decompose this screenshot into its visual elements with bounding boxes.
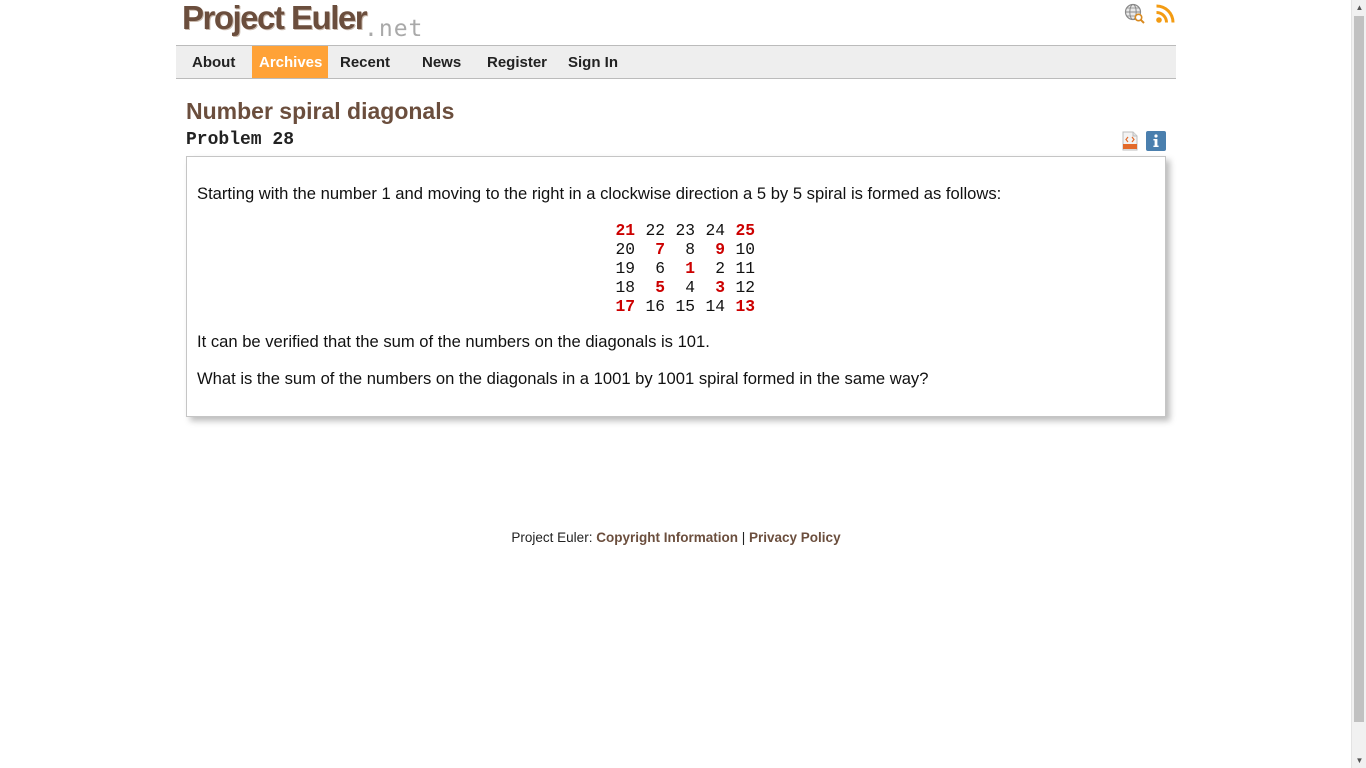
vertical-scrollbar[interactable]: ▲ ▼	[1351, 0, 1366, 768]
logo-main-text: Project Euler	[182, 0, 368, 36]
globe-search-icon[interactable]	[1124, 3, 1145, 24]
problem-verify: It can be verified that the sum of the n…	[197, 332, 710, 351]
problem-question: What is the sum of the numbers on the di…	[197, 369, 929, 388]
nav-register[interactable]: Register	[480, 46, 554, 78]
spiral-cell: 12	[735, 278, 755, 297]
header-icons	[1124, 3, 1176, 24]
spiral-cell: 14	[705, 297, 725, 316]
spiral-cell: 22	[645, 221, 665, 240]
logo-net-text: .net	[364, 16, 424, 42]
spiral-cell: 8	[685, 240, 695, 259]
nav-news[interactable]: News	[415, 46, 468, 78]
spiral-diagonal-cell: 1	[685, 259, 695, 278]
spiral-cell: 18	[615, 278, 635, 297]
footer-prefix: Project Euler:	[511, 530, 593, 545]
problem-intro: Starting with the number 1 and moving to…	[197, 184, 1002, 203]
spiral-diagonal-cell: 7	[655, 240, 665, 259]
copyright-link[interactable]: Copyright Information	[596, 530, 738, 545]
spiral-row: 18 5 4 3 12	[605, 278, 755, 297]
problem-tools	[1120, 131, 1166, 151]
number-spiral: 21 22 23 24 25 20 7 8 9 10 19 6 1 2 11 18 5 4 3 12 17 16 15 14 1…	[605, 221, 755, 316]
spiral-cell: 23	[675, 221, 695, 240]
spiral-row: 20 7 8 9 10	[605, 240, 755, 259]
spiral-diagonal-cell: 9	[715, 240, 725, 259]
rss-icon[interactable]	[1155, 3, 1176, 24]
site-header: Project Euler .net	[176, 0, 1176, 46]
spiral-cell: 6	[655, 259, 665, 278]
nav-recent[interactable]: Recent	[333, 46, 397, 78]
spiral-cell: 10	[735, 240, 755, 259]
spiral-cell: 15	[675, 297, 695, 316]
spiral-cell: 24	[705, 221, 725, 240]
info-icon[interactable]	[1146, 131, 1166, 151]
spiral-diagonal-cell: 13	[735, 297, 755, 316]
spiral-cell: 20	[615, 240, 635, 259]
spiral-diagonal-cell: 5	[655, 278, 665, 297]
problem-title: Number spiral diagonals	[186, 98, 455, 124]
spiral-diagonal-cell: 17	[615, 297, 635, 316]
problem-content: Starting with the number 1 and moving to…	[186, 156, 1166, 417]
nav-archives[interactable]: Archives	[252, 46, 328, 78]
nav-about[interactable]: About	[185, 46, 242, 78]
html-icon[interactable]	[1120, 131, 1140, 151]
footer-separator: |	[741, 530, 746, 545]
page-container: Project Euler .net About Archives Recent	[176, 0, 1176, 545]
spiral-row: 19 6 1 2 11	[605, 259, 755, 278]
spiral-row: 17 16 15 14 13	[605, 297, 755, 316]
spiral-cell: 16	[645, 297, 665, 316]
spiral-row: 21 22 23 24 25	[605, 221, 755, 240]
spiral-diagonal-cell: 21	[615, 221, 635, 240]
scroll-up-arrow-icon[interactable]: ▲	[1352, 0, 1366, 15]
spiral-cell: 11	[735, 259, 755, 278]
spiral-diagonal-cell: 25	[735, 221, 755, 240]
privacy-link[interactable]: Privacy Policy	[749, 530, 841, 545]
spiral-cell: 2	[715, 259, 725, 278]
nav-sign-in[interactable]: Sign In	[561, 46, 625, 78]
scroll-thumb[interactable]	[1354, 16, 1364, 722]
site-footer: Project Euler: Copyright Information | P…	[176, 530, 1176, 545]
scroll-down-arrow-icon[interactable]: ▼	[1352, 753, 1366, 768]
spiral-diagonal-cell: 3	[715, 278, 725, 297]
problem-number: Problem 28	[186, 130, 295, 150]
spiral-cell: 19	[615, 259, 635, 278]
main-nav: About Archives Recent News Register Sign…	[176, 46, 1176, 79]
spiral-cell: 4	[685, 278, 695, 297]
